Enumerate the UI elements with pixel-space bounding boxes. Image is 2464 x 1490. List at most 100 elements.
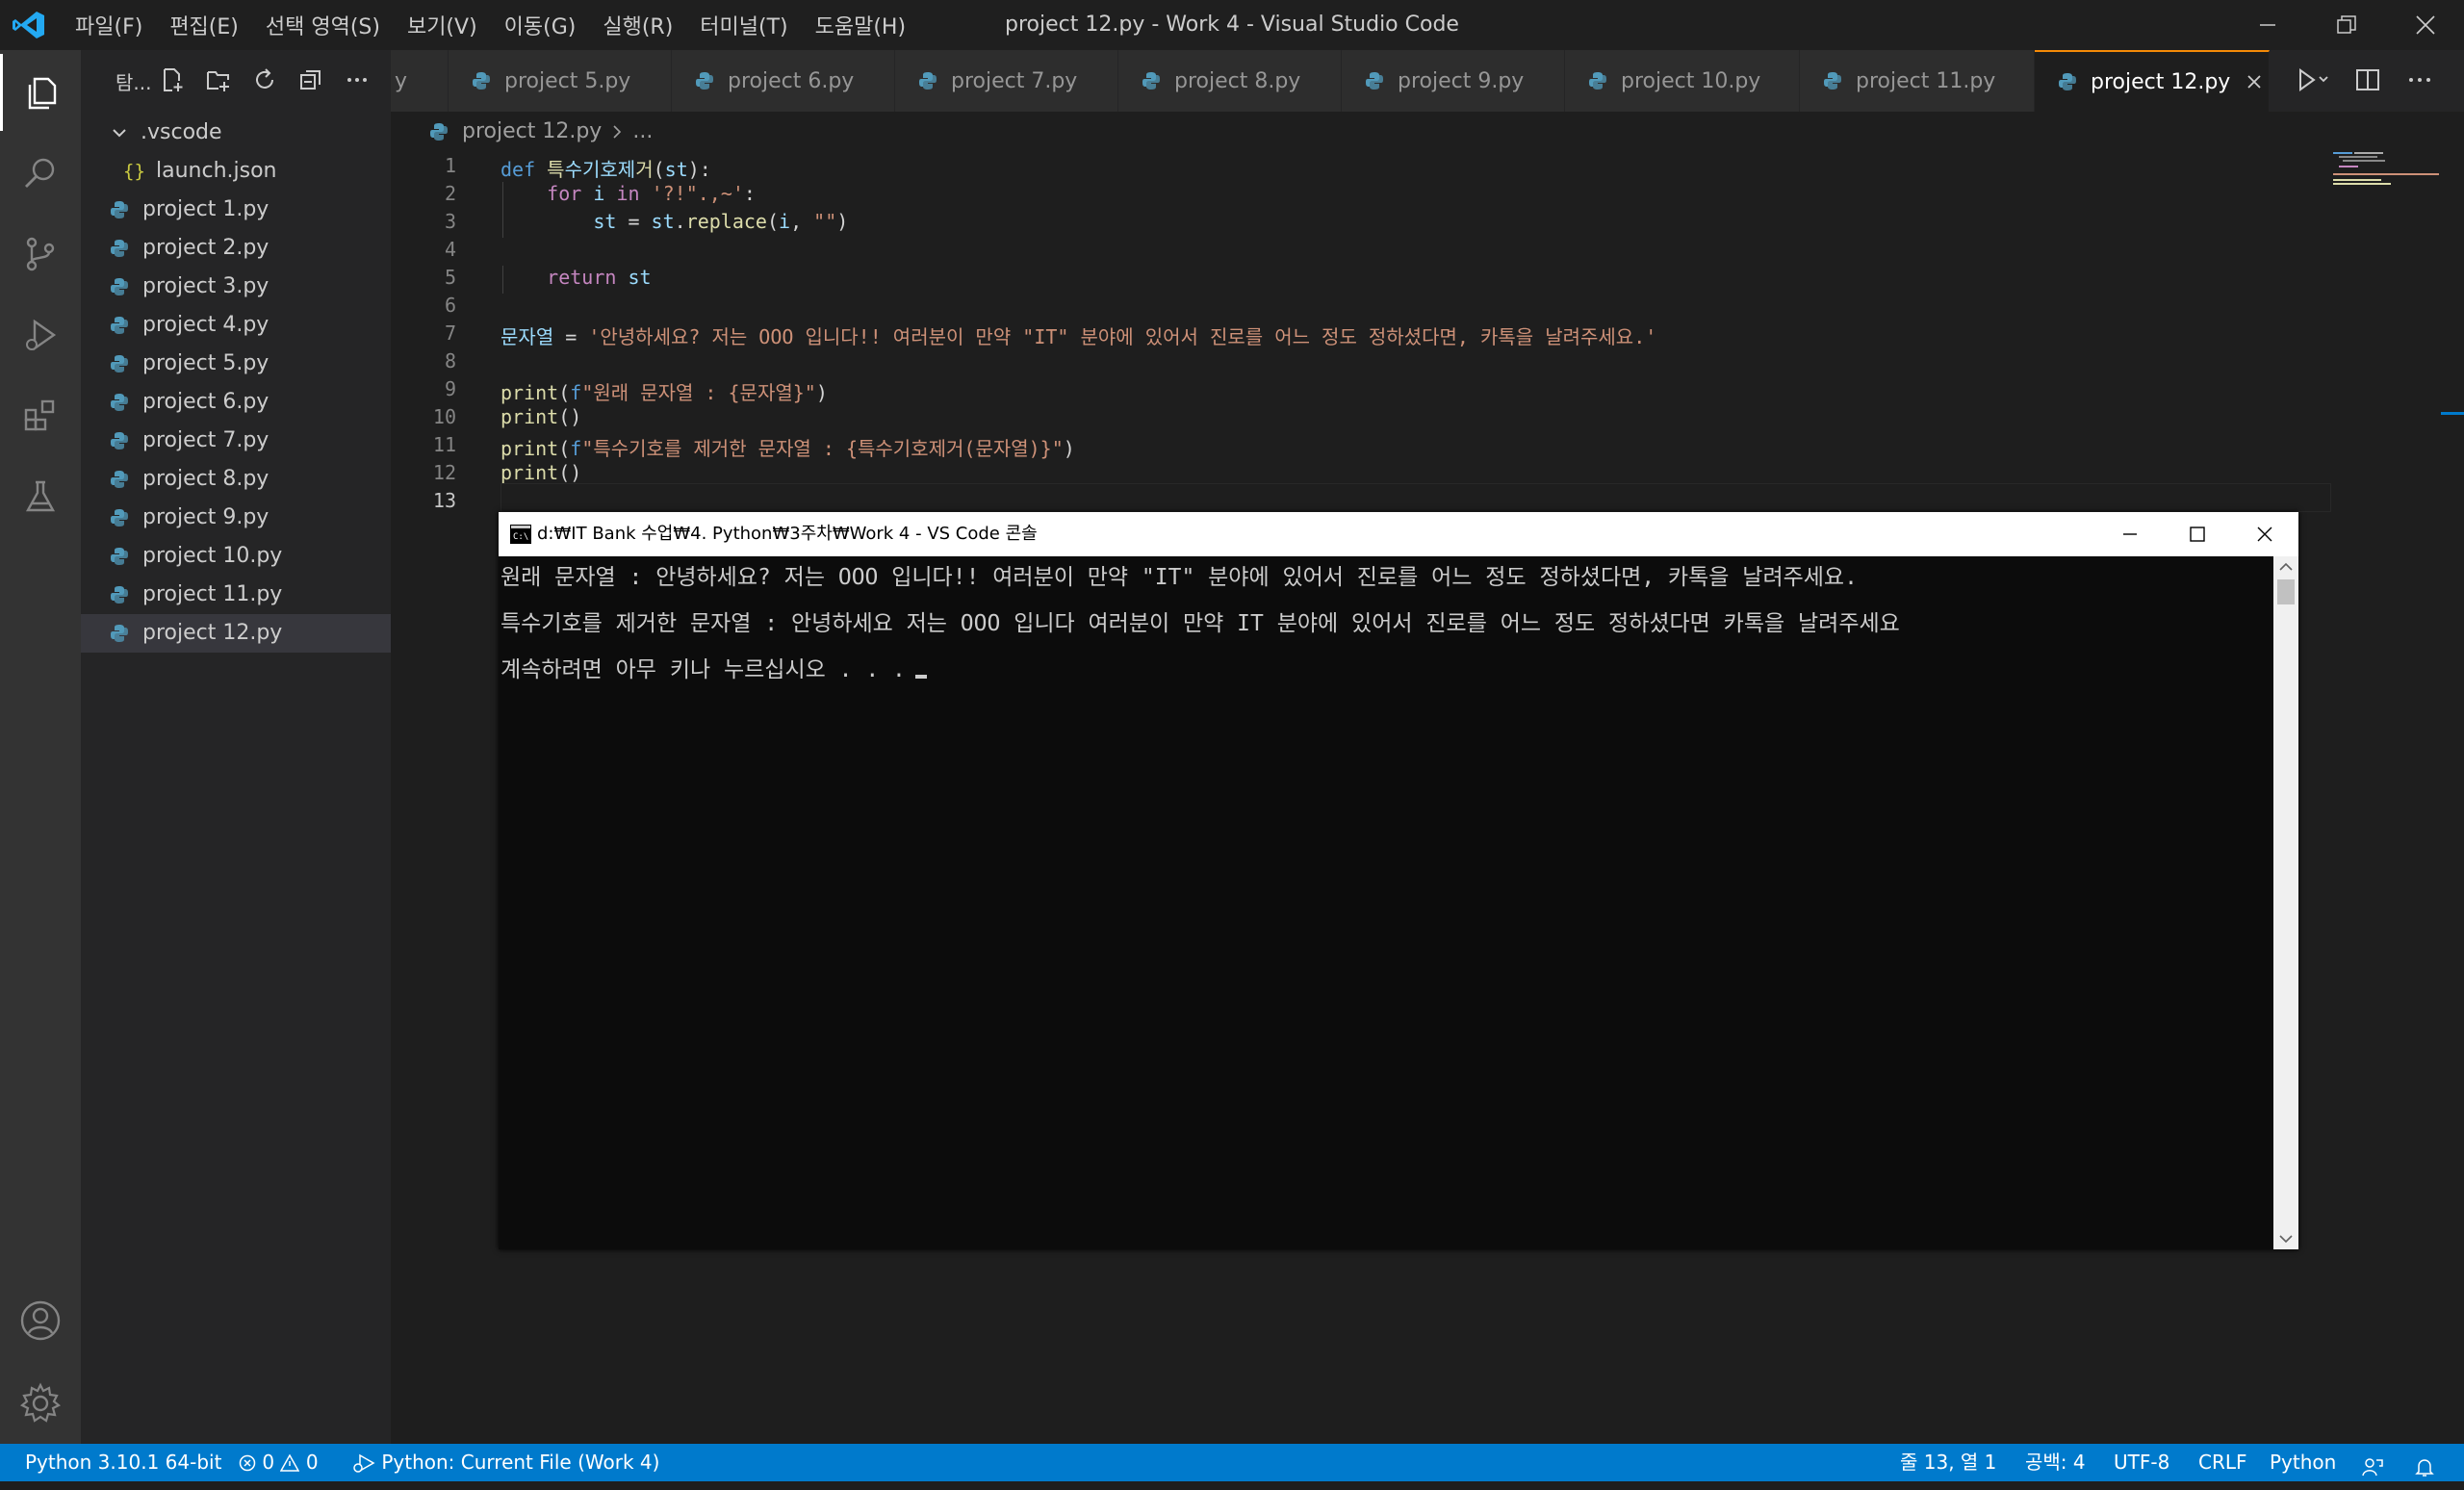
menu-terminal[interactable]: 터미널(T) bbox=[700, 10, 787, 40]
python-file-icon bbox=[111, 394, 128, 411]
code-line[interactable]: st = st.replace(i, "") bbox=[500, 210, 848, 233]
status-notifications[interactable] bbox=[2414, 1452, 2435, 1490]
file-tree: .vscode {} launch.json project 1.py proje… bbox=[81, 114, 391, 653]
tab-project-10[interactable]: project 10.py bbox=[1565, 50, 1800, 112]
tree-file-item[interactable]: project 5.py bbox=[81, 345, 391, 383]
status-eol[interactable]: CRLF bbox=[2198, 1444, 2247, 1481]
editor-more-actions-button[interactable] bbox=[2406, 66, 2433, 97]
console-maximize-button[interactable] bbox=[2164, 512, 2231, 556]
more-actions-button[interactable] bbox=[343, 65, 372, 94]
tree-file-label: project 3.py bbox=[142, 274, 270, 298]
tree-file-item[interactable]: project 3.py bbox=[81, 268, 391, 306]
console-window[interactable]: C:\ d:₩IT Bank 수업₩4. Python₩3주차₩Work 4 -… bbox=[499, 512, 2298, 1249]
scrollbar-cursor-marker bbox=[2441, 412, 2464, 415]
indent-guide bbox=[502, 210, 503, 238]
status-cursor-position[interactable]: 줄 13, 열 1 bbox=[1900, 1444, 1996, 1481]
tab-project-11[interactable]: project 11.py bbox=[1800, 50, 2035, 112]
close-tab-icon[interactable] bbox=[2246, 73, 2263, 90]
tree-file-launch-json[interactable]: {} launch.json bbox=[81, 152, 391, 191]
status-problems[interactable]: 0 0 bbox=[239, 1444, 319, 1481]
tree-file-item[interactable]: project 9.py bbox=[81, 499, 391, 537]
tree-file-item[interactable]: project 10.py bbox=[81, 537, 391, 576]
extensions-icon bbox=[24, 399, 55, 431]
new-file-button[interactable] bbox=[158, 65, 187, 94]
menu-edit[interactable]: 편집(E) bbox=[169, 10, 239, 40]
activity-manage[interactable] bbox=[0, 1365, 81, 1442]
minimize-button[interactable] bbox=[2229, 0, 2306, 50]
code-line[interactable]: print(f"특수기호를 제거한 문자열 : {특수기호제거(문자열)}") bbox=[500, 433, 1075, 461]
tree-file-label: project 11.py bbox=[142, 582, 283, 606]
code-line[interactable]: return st bbox=[500, 266, 651, 289]
breadcrumb-symbol[interactable]: ... bbox=[632, 119, 653, 143]
activity-source-control[interactable] bbox=[0, 216, 81, 293]
refresh-explorer-button[interactable] bbox=[250, 65, 279, 94]
console-scrollbar[interactable] bbox=[2273, 556, 2298, 1249]
python-file-icon bbox=[111, 317, 128, 334]
code-line[interactable]: 문자열 = '안녕하세요? 저는 OOO 입니다!! 여러분이 만약 "IT" … bbox=[500, 321, 1656, 349]
collapse-folders-button[interactable] bbox=[296, 65, 325, 94]
tree-file-item[interactable]: project 2.py bbox=[81, 229, 391, 268]
status-indentation[interactable]: 공백: 4 bbox=[2025, 1444, 2086, 1481]
warning-icon bbox=[280, 1453, 300, 1472]
tree-file-item[interactable]: project 6.py bbox=[81, 383, 391, 422]
tab-project-12[interactable]: project 12.py bbox=[2035, 50, 2270, 112]
status-encoding[interactable]: UTF-8 bbox=[2114, 1444, 2169, 1481]
tree-file-item[interactable]: project 12.py bbox=[81, 614, 391, 653]
menu-file[interactable]: 파일(F) bbox=[75, 10, 142, 40]
new-folder-button[interactable] bbox=[204, 65, 233, 94]
menu-view[interactable]: 보기(V) bbox=[407, 10, 477, 40]
close-window-button[interactable] bbox=[2387, 0, 2464, 50]
menu-go[interactable]: 이동(G) bbox=[504, 10, 577, 40]
tree-file-item[interactable]: project 1.py bbox=[81, 191, 391, 229]
tree-file-item[interactable]: project 11.py bbox=[81, 576, 391, 614]
tab-project-8[interactable]: project 8.py bbox=[1118, 50, 1342, 112]
activity-accounts[interactable] bbox=[0, 1282, 81, 1359]
activity-search[interactable] bbox=[0, 135, 81, 212]
chevron-right-icon bbox=[613, 124, 622, 139]
code-line[interactable]: print(f"원래 문자열 : {문자열}") bbox=[500, 377, 828, 405]
status-feedback[interactable] bbox=[2362, 1452, 2383, 1490]
scroll-down-icon[interactable] bbox=[2279, 1234, 2293, 1244]
tab-project-7[interactable]: project 7.py bbox=[895, 50, 1118, 112]
activity-explorer[interactable] bbox=[0, 54, 81, 131]
run-file-button[interactable] bbox=[2297, 65, 2329, 98]
status-language[interactable]: Python bbox=[2270, 1444, 2336, 1481]
console-minimize-button[interactable] bbox=[2096, 512, 2164, 556]
python-file-icon bbox=[111, 586, 128, 604]
tab-project-9[interactable]: project 9.py bbox=[1342, 50, 1565, 112]
tree-file-item[interactable]: project 8.py bbox=[81, 460, 391, 499]
status-run-config[interactable]: Python: Current File (Work 4) bbox=[352, 1444, 659, 1481]
tab-project-5[interactable]: project 5.py bbox=[449, 50, 672, 112]
testing-icon bbox=[25, 480, 56, 512]
line-number: 13 bbox=[432, 489, 456, 512]
breadcrumb-file[interactable]: project 12.py bbox=[462, 119, 602, 143]
tree-file-label: project 12.py bbox=[142, 621, 283, 645]
tree-file-item[interactable]: project 4.py bbox=[81, 306, 391, 345]
console-close-button[interactable] bbox=[2231, 512, 2298, 556]
menu-help[interactable]: 도움말(H) bbox=[815, 10, 906, 40]
scroll-up-icon[interactable] bbox=[2279, 562, 2293, 572]
tab-partial[interactable]: y bbox=[391, 50, 449, 112]
line-number: 3 bbox=[444, 210, 456, 233]
status-interpreter[interactable]: Python 3.10.1 64-bit bbox=[25, 1444, 221, 1481]
activity-extensions[interactable] bbox=[0, 377, 81, 454]
code-line[interactable]: for i in '?!".,~': bbox=[500, 182, 756, 205]
code-line[interactable]: print() bbox=[500, 461, 581, 484]
menu-selection[interactable]: 선택 영역(S) bbox=[266, 10, 380, 40]
activity-testing[interactable] bbox=[0, 458, 81, 535]
minimap[interactable] bbox=[2331, 150, 2447, 189]
activity-run-debug[interactable] bbox=[0, 296, 81, 373]
menu-run[interactable]: 실행(R) bbox=[603, 10, 673, 40]
explorer-title: 탐... bbox=[116, 70, 152, 94]
scroll-thumb[interactable] bbox=[2277, 579, 2295, 604]
console-output[interactable]: 원래 문자열 : 안녕하세요? 저는 OOO 입니다!! 여러분이 만약 "IT… bbox=[499, 556, 2273, 1249]
code-line[interactable]: def 특수기호제거(st): bbox=[500, 154, 711, 182]
tree-folder-vscode[interactable]: .vscode bbox=[81, 114, 391, 152]
split-editor-button[interactable] bbox=[2354, 66, 2381, 97]
restore-button[interactable] bbox=[2308, 0, 2385, 50]
console-line-original: 원래 문자열 : 안녕하세요? 저는 OOO 입니다!! 여러분이 만약 "IT… bbox=[500, 565, 1858, 590]
tab-project-6[interactable]: project 6.py bbox=[672, 50, 895, 112]
console-titlebar[interactable]: C:\ d:₩IT Bank 수업₩4. Python₩3주차₩Work 4 -… bbox=[499, 512, 2298, 556]
code-line[interactable]: print() bbox=[500, 405, 581, 428]
tree-file-item[interactable]: project 7.py bbox=[81, 422, 391, 460]
